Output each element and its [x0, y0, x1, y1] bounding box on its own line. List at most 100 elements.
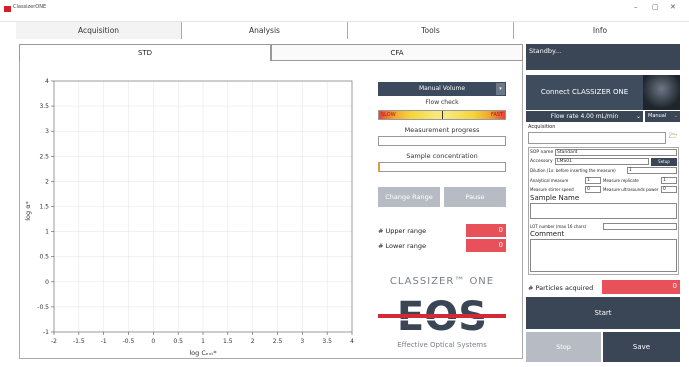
lot-input[interactable]	[603, 223, 677, 230]
dilution-input[interactable]: 1	[627, 167, 677, 174]
y-tick-label: -0.5	[37, 304, 49, 311]
save-button[interactable]: Save	[603, 332, 680, 362]
x-tick-label: -0.5	[123, 338, 135, 345]
x-tick-label: 3.5	[322, 338, 332, 345]
measure-replicate-label: Measure replicate	[603, 178, 639, 183]
ultrasound-input[interactable]: 0	[661, 186, 677, 193]
chevron-down-icon: ⌄	[673, 113, 678, 119]
app-logo-icon	[4, 6, 11, 12]
accessory-input[interactable]: LMS01	[555, 158, 649, 165]
pause-button[interactable]: Pause	[444, 187, 506, 207]
x-tick-label: 3	[300, 338, 304, 345]
main-tabs: Acquisition Analysis Tools Info	[16, 22, 686, 39]
y-tick-label: 2.5	[39, 153, 49, 160]
connect-button[interactable]: Connect CLASSIZER ONE	[526, 75, 643, 110]
flow-rate-select[interactable]: Flow rate 4.00 mL/min ⌄	[526, 111, 643, 122]
tab-acquisition[interactable]: Acquisition	[16, 22, 182, 39]
window-title: ClassizerONE	[13, 4, 47, 10]
x-tick-label: 0.5	[173, 338, 183, 345]
x-tick-label: -2	[51, 338, 57, 345]
tab-std[interactable]: STD	[19, 44, 271, 61]
x-tick-label: 0	[151, 338, 155, 345]
manual-volume-select[interactable]: Manual Volume ▾	[378, 82, 506, 96]
tab-cfa[interactable]: CFA	[271, 44, 523, 61]
maximize-button[interactable]: ▢	[652, 3, 659, 11]
y-tick-label: 3	[45, 128, 49, 135]
tab-info[interactable]: Info	[514, 22, 686, 39]
eos-logo: EOS	[378, 292, 506, 340]
stop-button[interactable]: Stop	[526, 332, 601, 362]
comment-textarea[interactable]	[530, 239, 677, 272]
close-button[interactable]: ✕	[670, 3, 676, 11]
y-tick-label: 0.5	[39, 254, 49, 261]
stirrer-speed-label: Measure stirrer speed	[530, 187, 574, 192]
manual-select[interactable]: Manual ⌄	[645, 111, 680, 122]
y-tick-label: 1	[45, 229, 49, 236]
y-tick-label: 0	[45, 279, 49, 286]
device-image-icon	[643, 75, 680, 110]
measure-replicate-input[interactable]: 1	[661, 177, 677, 184]
chevron-down-icon: ⌄	[635, 113, 641, 120]
slow-label: SLOW	[381, 112, 396, 118]
flow-check-label: Flow check	[425, 99, 459, 106]
logo-title: CLASSIZER™ ONE	[389, 276, 495, 287]
y-axis-label: log α*	[24, 200, 32, 220]
y-tick-label: 3.5	[39, 103, 49, 110]
sop-label: SOP name	[530, 150, 554, 155]
x-tick-label: 1.5	[223, 338, 233, 345]
stirrer-speed-input[interactable]: 0	[585, 186, 601, 193]
flow-marker	[442, 111, 443, 119]
x-axis-label: log Cₑₓₜ*	[189, 349, 217, 357]
folder-icon[interactable]: 🗁	[667, 132, 679, 144]
y-tick-label: 2	[45, 178, 49, 185]
sub-tabs: STD CFA	[19, 44, 523, 61]
sample-name-label: Sample Name	[530, 194, 580, 202]
x-tick-label: 2.5	[273, 338, 283, 345]
acquisition-label: Acquisition	[528, 124, 556, 130]
lower-range-value: 0	[466, 239, 506, 252]
y-tick-label: 4	[45, 78, 49, 85]
acquisition-path-input[interactable]	[528, 132, 666, 144]
sop-input[interactable]: Standard	[555, 149, 677, 156]
upper-range-label: # Upper range	[378, 227, 427, 235]
y-tick-label: 1.5	[39, 204, 49, 211]
logo-subtitle: Effective Optical Systems	[397, 341, 487, 349]
chevron-down-icon: ▾	[496, 83, 505, 95]
title-bar: ClassizerONE – ▢ ✕	[0, 0, 689, 22]
comment-label: Comment	[530, 230, 565, 238]
right-panel: Standby... Connect CLASSIZER ONE Flow ra…	[526, 44, 680, 362]
sample-concentration-label: Sample concentration	[406, 152, 478, 160]
y-tick-label: -1	[43, 329, 49, 336]
particles-value: 0	[602, 280, 680, 294]
sample-concentration-bar	[378, 162, 506, 172]
x-tick-label: -1.5	[73, 338, 85, 345]
analytical-measure-input[interactable]: 1	[585, 177, 601, 184]
change-range-button[interactable]: Change Range	[378, 187, 440, 207]
acquisition-settings: SOP name Standard Accessory LMS01 Setup …	[528, 147, 679, 275]
accessory-label: Accessory	[530, 159, 553, 164]
analytical-measure-label: Analytical measure	[530, 178, 569, 183]
ultrasound-label: Measure ultrasounds power	[603, 187, 659, 192]
x-tick-label: -1	[101, 338, 107, 345]
minimize-button[interactable]: –	[634, 3, 638, 11]
lower-range-label: # Lower range	[378, 242, 426, 250]
measurement-progress-label: Measurement progress	[404, 126, 480, 134]
flow-check-bar: SLOW FAST	[378, 110, 506, 120]
x-tick-label: 1	[201, 338, 205, 345]
x-tick-label: 4	[350, 338, 354, 345]
dilution-label: Dilution (1x: before inserting the measu…	[530, 168, 616, 173]
particles-label: # Particles acquired	[528, 284, 594, 292]
setup-button[interactable]: Setup	[651, 158, 677, 166]
status-display: Standby...	[526, 44, 680, 70]
sample-name-input[interactable]	[530, 203, 677, 219]
measurement-progress-bar	[378, 136, 506, 146]
x-tick-label: 2	[251, 338, 255, 345]
tab-tools[interactable]: Tools	[348, 22, 514, 39]
flow-rate-label: Flow rate 4.00 mL/min	[550, 113, 619, 120]
start-button[interactable]: Start	[526, 297, 680, 329]
lot-label: LOT number (max 16 chars)	[530, 224, 587, 229]
manual-label: Manual	[648, 113, 667, 119]
fast-label: FAST	[490, 112, 503, 118]
manual-volume-label: Manual Volume	[418, 85, 466, 92]
tab-analysis[interactable]: Analysis	[182, 22, 348, 39]
